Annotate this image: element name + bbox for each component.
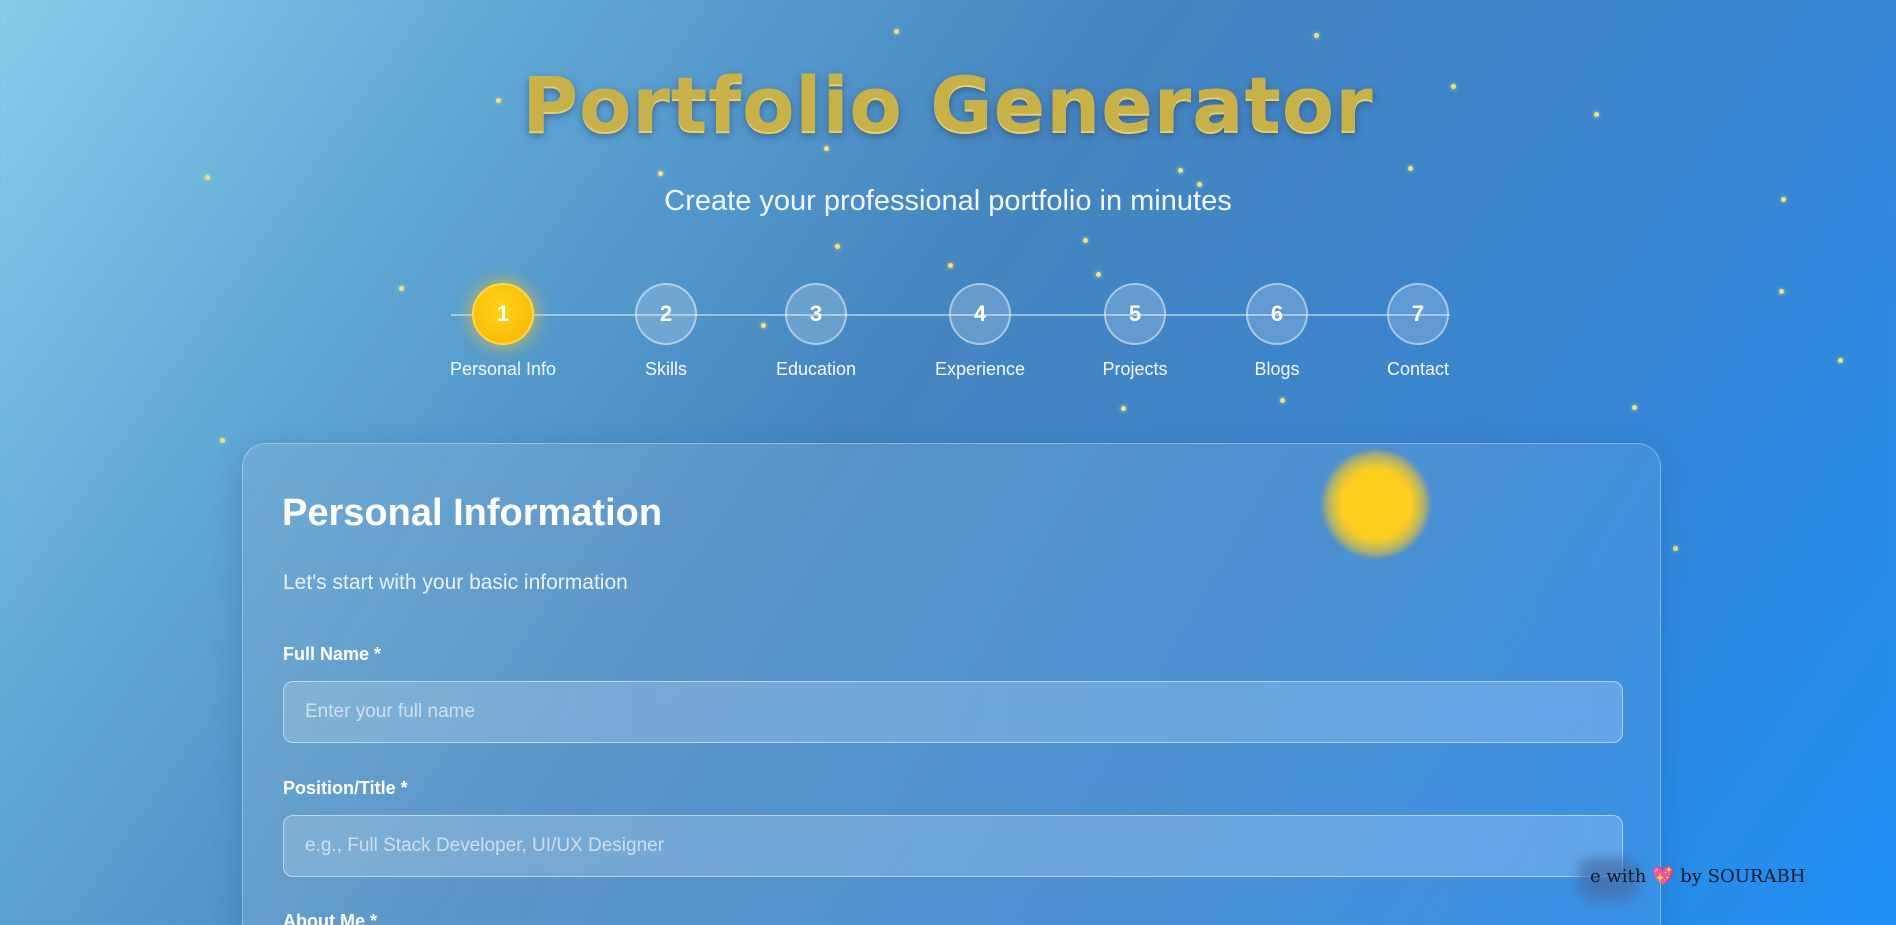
heart-icon: 💖 [1652,866,1675,887]
step-number-badge: 7 [1387,283,1449,345]
position-title-label: Position/Title * [283,778,408,798]
step-number-badge: 5 [1104,283,1166,345]
footer-author: by SOURABH [1680,866,1806,887]
step-contact[interactable]: 7 Contact [1348,283,1488,380]
step-label: Personal Info [449,359,557,379]
section-description: Let's start with your basic information [283,571,628,594]
step-label: Projects [1102,359,1168,379]
step-education[interactable]: 3 Education [746,283,886,380]
position-title-input[interactable] [283,815,1623,877]
footer-text: e with [1590,866,1647,887]
section-heading: Personal Information [282,492,663,534]
step-number-badge: 3 [785,283,847,345]
step-label: Skills [644,359,687,379]
personal-info-card: Personal Information Let's start with yo… [242,443,1661,925]
step-number-badge: 1 [472,283,534,345]
app-subtitle: Create your professional portfolio in mi… [664,185,1232,217]
step-number-badge: 4 [949,283,1011,345]
step-blogs[interactable]: 6 Blogs [1207,283,1347,380]
step-label: Education [775,359,857,379]
step-personal-info[interactable]: 1 Personal Info [433,283,573,380]
full-name-label: Full Name * [283,644,382,664]
step-experience[interactable]: 4 Experience [910,283,1050,380]
step-projects[interactable]: 5 Projects [1065,283,1205,380]
about-me-label: About Me * [283,911,377,925]
footer-credit: e with 💖 by SOURABH [1590,866,1805,887]
step-number-badge: 6 [1246,283,1308,345]
full-name-input[interactable] [283,681,1623,743]
step-label: Experience [934,359,1026,379]
progress-stepper: 1 Personal Info 2 Skills 3 Education 4 E… [0,283,1896,383]
app-title: Portfolio Generator [522,60,1374,149]
sun-decoration [1322,450,1430,558]
step-label: Blogs [1254,359,1300,379]
step-skills[interactable]: 2 Skills [596,283,736,380]
step-number-badge: 2 [635,283,697,345]
step-label: Contact [1386,359,1450,379]
